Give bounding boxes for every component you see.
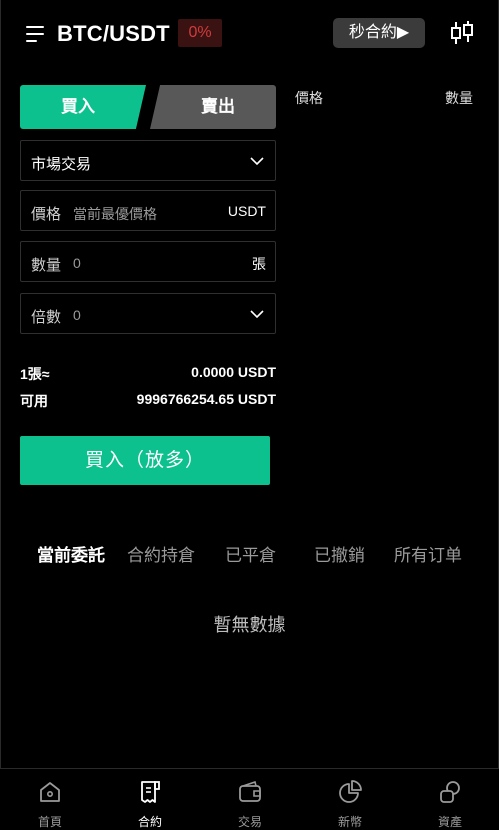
home-icon	[40, 782, 60, 802]
price-field[interactable]: 價格 當前最優價格 USDT	[20, 190, 276, 231]
order-type-value: 市場交易	[31, 156, 92, 173]
nav-trade-label: 交易	[237, 815, 262, 829]
nav-home-label: 首頁	[37, 815, 62, 829]
available-value: 9996766254.65 USDT	[136, 391, 276, 407]
pie-chart-icon	[339, 780, 362, 803]
orderbook-qty-header: 數量	[445, 90, 473, 106]
nav-trade[interactable]: 交易	[200, 769, 300, 830]
nav-contract-label: 合約	[137, 815, 162, 829]
nav-new-coins-label: 新幣	[337, 815, 362, 829]
change-badge: 0%	[178, 19, 222, 47]
contract-icon	[141, 781, 160, 803]
price-unit: USDT	[227, 203, 266, 219]
menu-icon[interactable]	[26, 26, 44, 42]
wallet-icon	[239, 780, 261, 802]
nav-assets[interactable]: 資產	[400, 769, 499, 830]
nav-contract[interactable]: 合約	[100, 769, 200, 830]
leverage-value: 0	[73, 307, 81, 323]
per-contract-label: 1張≈	[20, 366, 50, 382]
quantity-unit: 張	[252, 256, 266, 272]
price-label: 價格	[31, 206, 62, 223]
nav-new-coins[interactable]: 新幣	[300, 769, 400, 830]
tab-all-orders[interactable]: 所有订单	[394, 541, 462, 566]
tab-positions[interactable]: 合約持倉	[127, 541, 195, 566]
buy-long-button[interactable]: 買入（放多）	[20, 436, 270, 485]
top-bar: BTC/USDT 0% 秒合約▶	[0, 0, 499, 66]
chevron-down-icon	[250, 310, 264, 319]
leverage-label: 倍數	[31, 309, 62, 326]
order-type-select[interactable]: 市場交易	[20, 140, 276, 181]
nav-home[interactable]: 首頁	[0, 769, 100, 830]
pair-title[interactable]: BTC/USDT	[57, 21, 170, 47]
per-contract-value: 0.0000 USDT	[191, 364, 276, 380]
trade-side-tabs: 買入 賣出	[20, 85, 276, 129]
quick-contract-button[interactable]: 秒合約▶	[333, 18, 425, 48]
nav-assets-label: 資產	[437, 815, 462, 829]
candlestick-icon[interactable]	[450, 20, 474, 46]
tab-closed[interactable]: 已平倉	[225, 541, 276, 566]
quantity-input[interactable]: 0	[73, 255, 81, 271]
orderbook-price-header: 價格	[295, 90, 323, 106]
chevron-down-icon	[250, 157, 264, 166]
quantity-field[interactable]: 數量 0 張	[20, 241, 276, 282]
quantity-label: 數量	[31, 257, 62, 274]
tab-cancelled[interactable]: 已撤銷	[314, 541, 365, 566]
available-label: 可用	[20, 393, 48, 409]
price-input[interactable]: 當前最優價格	[73, 204, 157, 224]
tab-sell[interactable]: 賣出	[150, 85, 276, 129]
tab-current-orders[interactable]: 當前委託	[37, 541, 105, 566]
assets-icon	[440, 781, 460, 803]
tab-buy[interactable]: 買入	[20, 85, 146, 129]
leverage-select[interactable]: 倍數 0	[20, 293, 276, 334]
empty-state-text: 暫無數據	[213, 615, 286, 635]
bottom-nav: 首頁 合約 交易 新幣 資產	[0, 768, 499, 830]
